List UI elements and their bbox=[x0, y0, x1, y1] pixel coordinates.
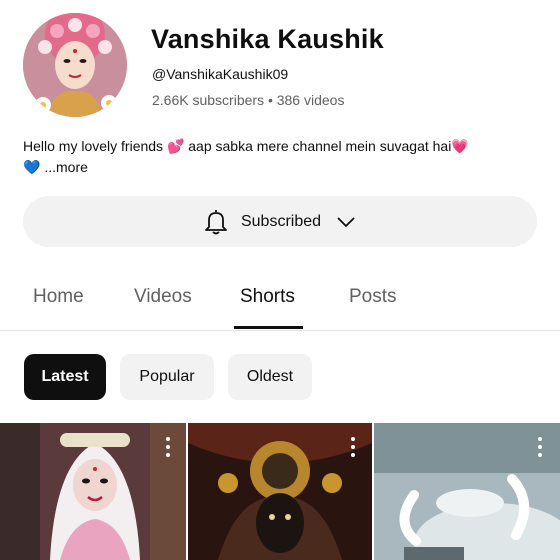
chevron-down-icon bbox=[337, 216, 355, 227]
shorts-thumbnail-3[interactable] bbox=[374, 423, 560, 560]
channel-name: Vanshika Kaushik bbox=[151, 24, 384, 54]
subscribed-label: Subscribed bbox=[240, 212, 322, 230]
more-link[interactable]: ...more bbox=[44, 159, 88, 175]
shorts-thumbnail-2[interactable] bbox=[188, 423, 372, 560]
channel-description[interactable]: Hello my lovely friends 💕 aap sabka mere… bbox=[23, 136, 533, 178]
tab-shorts[interactable]: Shorts bbox=[240, 286, 295, 308]
channel-stats: 2.66K subscribers • 386 videos bbox=[152, 92, 345, 108]
filter-popular[interactable]: Popular bbox=[120, 354, 214, 400]
tab-videos[interactable]: Videos bbox=[134, 286, 192, 308]
filter-oldest[interactable]: Oldest bbox=[228, 354, 312, 400]
more-options-icon[interactable] bbox=[532, 437, 548, 457]
active-tab-indicator bbox=[234, 326, 303, 329]
channel-avatar bbox=[23, 13, 127, 117]
shorts-thumbnail-1[interactable] bbox=[0, 423, 186, 560]
more-options-icon[interactable] bbox=[345, 437, 361, 457]
more-options-icon[interactable] bbox=[160, 437, 176, 457]
channel-tabs: Home Videos Shorts Posts bbox=[0, 266, 560, 331]
filter-latest[interactable]: Latest bbox=[24, 354, 106, 400]
channel-handle: @VanshikaKaushik09 bbox=[152, 66, 289, 82]
subscribed-button[interactable]: Subscribed bbox=[23, 196, 537, 247]
description-text: Hello my lovely friends 💕 aap sabka mere… bbox=[23, 138, 469, 154]
tab-home[interactable]: Home bbox=[33, 286, 84, 308]
bell-icon bbox=[205, 209, 227, 234]
tab-posts[interactable]: Posts bbox=[349, 286, 397, 308]
description-text-line2: 💙 bbox=[23, 159, 41, 175]
